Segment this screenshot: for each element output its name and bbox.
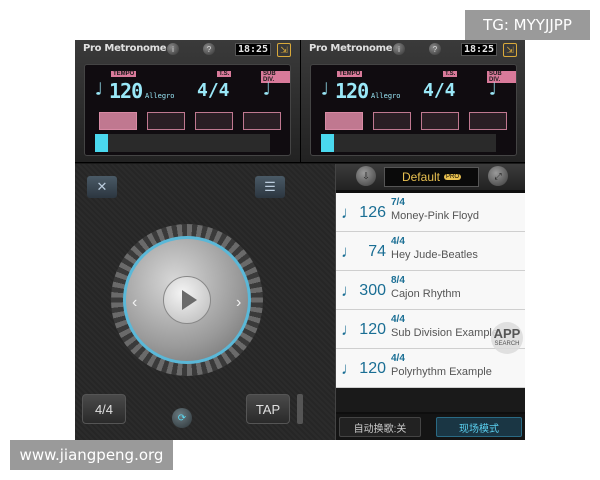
preset-bpm: 74 [368, 243, 386, 260]
tempo-tag: TEMPO [111, 71, 137, 77]
app-logo: Pro Metronome [309, 43, 393, 54]
expand-icon[interactable]: ⤢ [488, 166, 508, 186]
preset-list-header: ⇩ Default PRO ⤢ [336, 164, 525, 190]
list-icon[interactable]: ☰ [255, 176, 285, 198]
tempo-value: 120 [335, 79, 369, 103]
settings-tools-icon[interactable]: ✕ [87, 176, 117, 198]
help-icon[interactable]: ? [203, 43, 215, 55]
header-panel-right: Pro Metronome i ? 18:25 ⇲ TEMPO T.S. SUB… [300, 40, 525, 163]
beat-progress-fill [95, 134, 108, 152]
beat-2 [373, 112, 411, 130]
preset-time-signature: 4/4 [391, 236, 405, 247]
preset-song-name: Money-Pink Floyd [391, 210, 480, 222]
preset-time-signature: 4/4 [391, 353, 405, 364]
live-mode-button[interactable]: 现场模式 [436, 417, 522, 437]
list-bottom-bar: 自动换歌:关 现场模式 [336, 414, 525, 440]
preset-song-name: Hey Jude-Beatles [391, 249, 478, 261]
auto-switch-button[interactable]: 自动换歌:关 [339, 417, 421, 437]
list-empty-space [336, 388, 525, 412]
preset-selector[interactable]: Default PRO [384, 167, 479, 187]
dial-ring[interactable]: ‹ › [123, 236, 251, 364]
preset-time-signature: 7/4 [391, 197, 405, 208]
screen-toggle-icon[interactable]: ⇲ [277, 43, 291, 57]
beat-3 [421, 112, 459, 130]
tempo-value: 120 [109, 79, 143, 103]
ts-tag: T.S. [217, 71, 232, 77]
time-signature-value: 4/4 [197, 80, 230, 101]
pro-badge: PRO [444, 174, 462, 180]
preset-song-name: Cajon Rhythm [391, 288, 461, 300]
beat-progress-track [321, 134, 496, 152]
clock-display: 18:25 [461, 43, 497, 56]
overlay-subtitle: SEARCH [494, 341, 520, 347]
beat-1 [325, 112, 363, 130]
quarter-note-icon: ♩ [93, 79, 104, 100]
tempo-name: Allegro [371, 92, 401, 100]
beat-3 [195, 112, 233, 130]
tempo-name: Allegro [145, 92, 175, 100]
preset-name: Default [401, 170, 440, 184]
subdivision-note-icon: ♩ [261, 79, 272, 100]
watermark-bottom: www.jiangpeng.org [10, 440, 173, 470]
link-icon[interactable]: ⟳ [172, 408, 192, 428]
preset-list: ♩ 126 7/4 Money-Pink Floyd ♩ 74 4/4 Hey … [336, 193, 525, 388]
next-arrow-icon[interactable]: › [236, 294, 241, 312]
subdivision-note-icon: ♩ [487, 79, 498, 100]
app-search-overlay[interactable]: APP SEARCH [491, 322, 523, 354]
preset-bpm: 120 [359, 360, 386, 377]
preset-song-name: Sub Division Example [391, 327, 498, 339]
info-icon[interactable]: i [393, 43, 405, 55]
volume-slider[interactable] [297, 394, 303, 424]
clock-display: 18:25 [235, 43, 271, 56]
tempo-tag: TEMPO [337, 71, 363, 77]
info-icon[interactable]: i [167, 43, 179, 55]
beat-1 [99, 112, 137, 130]
quarter-note-icon: ♩ [319, 79, 330, 100]
lcd-display: TEMPO T.S. SUB DIV. ♩ 120 Allegro 4/4 ♩ [310, 64, 517, 156]
play-button[interactable] [163, 276, 211, 324]
watermark-top: TG: MYYJJPP [465, 10, 590, 40]
time-signature-value: 4/4 [423, 80, 456, 101]
beat-4 [469, 112, 507, 130]
list-item[interactable]: ♩ 74 4/4 Hey Jude-Beatles [336, 232, 525, 271]
preset-bpm: 300 [359, 282, 386, 299]
prev-arrow-icon[interactable]: ‹ [132, 294, 137, 312]
time-signature-button[interactable]: 4/4 [82, 394, 126, 424]
control-area: ✕ ☰ ‹ › 4/4 ⟳ TAP [75, 164, 335, 440]
tempo-dial[interactable]: ‹ › [111, 224, 263, 376]
tap-button[interactable]: TAP [246, 394, 290, 424]
beat-progress-fill [321, 134, 334, 152]
beat-4 [243, 112, 281, 130]
overlay-title: APP [493, 326, 521, 341]
list-item[interactable]: ♩ 126 7/4 Money-Pink Floyd [336, 193, 525, 232]
beat-2 [147, 112, 185, 130]
preset-bpm: 120 [359, 321, 386, 338]
download-icon[interactable]: ⇩ [356, 166, 376, 186]
lcd-display: TEMPO T.S. SUB DIV. ♩ 120 Allegro 4/4 ♩ [84, 64, 291, 156]
app-logo: Pro Metronome [83, 43, 167, 54]
screen-toggle-icon[interactable]: ⇲ [503, 43, 517, 57]
list-item[interactable]: ♩ 120 4/4 Polyrhythm Example [336, 349, 525, 388]
preset-time-signature: 8/4 [391, 275, 405, 286]
beat-progress-track [95, 134, 270, 152]
play-icon [182, 290, 197, 310]
header-panel-left: Pro Metronome i ? 18:25 ⇲ TEMPO T.S. SUB… [75, 40, 300, 163]
preset-time-signature: 4/4 [391, 314, 405, 325]
preset-song-name: Polyrhythm Example [391, 366, 492, 378]
help-icon[interactable]: ? [429, 43, 441, 55]
metronome-app: Pro Metronome i ? 18:25 ⇲ TEMPO T.S. SUB… [75, 40, 525, 440]
list-item[interactable]: ♩ 300 8/4 Cajon Rhythm [336, 271, 525, 310]
preset-list-area: ⇩ Default PRO ⤢ ♩ 126 7/4 Money-Pink Flo… [335, 164, 525, 440]
preset-bpm: 126 [359, 204, 386, 221]
ts-tag: T.S. [443, 71, 458, 77]
